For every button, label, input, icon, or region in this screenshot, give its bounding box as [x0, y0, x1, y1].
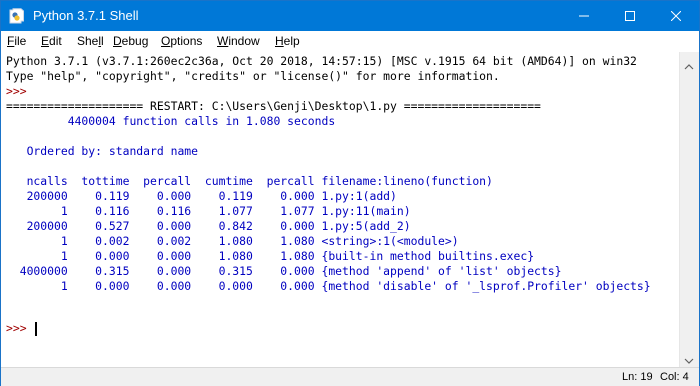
status-column-number: Col: 4: [660, 371, 689, 383]
text-cursor: [35, 322, 37, 336]
menu-help[interactable]: Help: [275, 31, 300, 51]
menu-debug[interactable]: Debug: [113, 31, 148, 51]
profile-row: 200000 0.527 0.000 0.842 0.000 1.py:5(ad…: [6, 219, 411, 233]
profile-row: 1 0.000 0.000 0.000 0.000 {method 'disab…: [6, 279, 651, 293]
banner-line-2: Type "help", "copyright", "credits" or "…: [6, 69, 500, 83]
menu-window[interactable]: Window: [217, 31, 260, 51]
menu-shell[interactable]: Shell: [77, 31, 104, 51]
input-prompt: >>>: [6, 321, 34, 335]
title-bar[interactable]: Python 3.7.1 Shell: [1, 1, 699, 31]
idle-shell-window: Python 3.7.1 Shell File Edit Shell Debug…: [0, 0, 700, 386]
profile-row: 1 0.002 0.002 1.080 1.080 <string>:1(<mo…: [6, 234, 459, 248]
maximize-button[interactable]: [607, 1, 653, 31]
scroll-up-arrow-icon[interactable]: [684, 57, 694, 75]
profile-row: 1 0.116 0.116 1.077 1.077 1.py:11(main): [6, 204, 411, 218]
profile-header: ncalls tottime percall cumtime percall f…: [6, 174, 493, 188]
window-title: Python 3.7.1 Shell: [33, 8, 139, 23]
python-app-icon: [9, 8, 25, 24]
minimize-button[interactable]: [561, 1, 607, 31]
profile-row: 4000000 0.315 0.000 0.315 0.000 {method …: [6, 264, 562, 278]
profile-row: 200000 0.119 0.000 0.119 0.000 1.py:1(ad…: [6, 189, 397, 203]
profile-row: 1 0.000 0.000 1.080 1.080 {built-in meth…: [6, 249, 535, 263]
profile-ordered-by: Ordered by: standard name: [6, 144, 199, 158]
close-button[interactable]: [653, 1, 699, 31]
close-icon: [671, 11, 681, 21]
status-line-number: Ln: 19: [622, 371, 653, 383]
restart-line: ==================== RESTART: C:\Users\G…: [6, 99, 541, 113]
menu-bar: File Edit Shell Debug Options Window Hel…: [1, 31, 699, 51]
vertical-scrollbar[interactable]: [679, 52, 699, 367]
profile-summary: 4400004 function calls in 1.080 seconds: [6, 114, 336, 128]
shell-output: Python 3.7.1 (v3.7.1:260ec2c36a, Oct 20 …: [6, 54, 651, 294]
menu-file[interactable]: File: [7, 31, 26, 51]
status-bar: Ln: 19 Col: 4: [1, 367, 699, 386]
menu-edit[interactable]: Edit: [41, 31, 62, 51]
banner-line-1: Python 3.7.1 (v3.7.1:260ec2c36a, Oct 20 …: [6, 54, 637, 68]
shell-text-area[interactable]: Python 3.7.1 (v3.7.1:260ec2c36a, Oct 20 …: [1, 52, 679, 367]
menu-options[interactable]: Options: [161, 31, 202, 51]
prompt: >>>: [6, 84, 34, 98]
